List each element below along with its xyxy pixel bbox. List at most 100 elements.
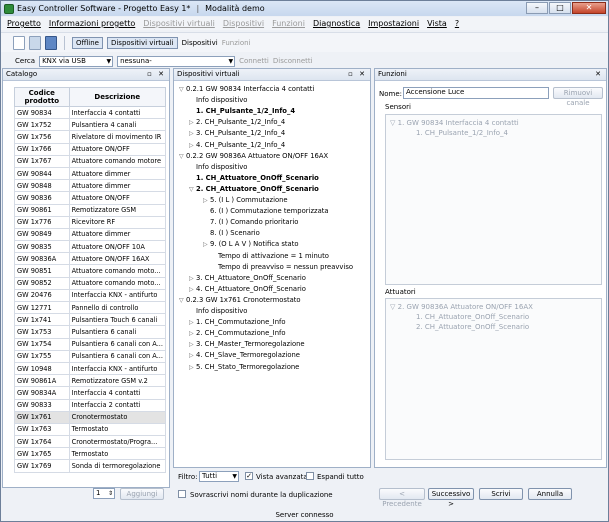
table-row[interactable]: GW 90836A Attuatore ON/OFF 16AX — [14, 252, 167, 266]
expander-icon[interactable]: ▽ — [179, 153, 186, 160]
tree-node[interactable]: Info dispositivo — [189, 307, 247, 315]
table-row[interactable]: GW 1x761 Cronotermostato — [14, 410, 167, 424]
table-row[interactable]: GW 1x754 Pulsantiera 6 canali con A... — [14, 337, 167, 351]
device-select[interactable]: nessuna- ▼ — [117, 55, 236, 67]
disconnect-button[interactable]: Disconnetti — [273, 57, 313, 65]
add-button[interactable]: Aggiungi — [120, 488, 164, 500]
tree-node[interactable]: ▽ 0.2.1 GW 90834 Interfaccia 4 contatti — [179, 85, 314, 93]
table-row[interactable]: GW 1x752 Pulsantiera 4 canali — [14, 118, 167, 132]
tree-node[interactable]: ▷ 3. CH_Master_Termoregolazione — [189, 340, 305, 348]
tree-node[interactable]: Tempo di attivazione = 1 minuto — [211, 252, 329, 260]
save-icon[interactable] — [45, 35, 57, 50]
tree-node[interactable]: Tempo di preavviso = nessun preavviso — [211, 263, 353, 271]
previous-button[interactable]: < Precedente — [379, 488, 425, 508]
table-row[interactable]: GW 90835 Attuatore ON/OFF 10A — [14, 240, 167, 254]
table-row[interactable]: GW 90833 Interfaccia 2 contatti — [14, 398, 167, 412]
table-row[interactable]: GW 1x763 Termostato — [14, 422, 167, 437]
tree-node[interactable]: ▷ 3. CH_Attuatore_OnOff_Scenario — [189, 274, 306, 282]
table-row[interactable]: GW 20476 Interfaccia KNX - antifurto — [14, 288, 167, 303]
table-row[interactable]: GW 90834A Interfaccia 4 contatti — [14, 386, 167, 400]
table-row[interactable]: GW 1x756 Rivelatore di movimento IR — [14, 130, 167, 144]
table-row[interactable]: GW 90861 Remotizzatore GSM — [14, 203, 167, 217]
table-row[interactable]: GW 90844 Attuatore dimmer — [14, 166, 167, 181]
connect-button[interactable]: Connetti — [239, 57, 269, 65]
tree-node[interactable]: Info dispositivo — [189, 163, 247, 171]
tree-node[interactable]: ▷ 4. CH_Slave_Termoregolazione — [189, 351, 300, 359]
menu-help[interactable]: ? — [455, 19, 459, 28]
table-row[interactable]: GW 1x764 Cronotermostato/Progra... — [14, 435, 167, 449]
table-row[interactable]: GW 12771 Pannello di controllo — [14, 300, 167, 315]
col-code-header[interactable]: Codice prodotto — [14, 87, 70, 107]
expander-icon[interactable]: ▽ — [189, 186, 196, 193]
new-file-icon[interactable] — [13, 35, 25, 50]
pin-close-icon[interactable]: ▫ ✕ — [147, 69, 166, 80]
table-row[interactable]: GW 90848 Attuatore dimmer — [14, 179, 167, 193]
expander-icon[interactable]: ▷ — [189, 286, 196, 293]
quantity-stepper[interactable]: 1 ⇕ — [93, 488, 115, 499]
minimize-button[interactable]: – — [526, 2, 548, 14]
table-row[interactable]: GW 1x755 Pulsantiera 6 canali con A... — [14, 349, 167, 363]
tree-node[interactable]: ▷ 5. CH_Stato_Termoregolazione — [189, 363, 299, 371]
advanced-view-checkbox[interactable]: ✓ — [245, 472, 253, 480]
table-row[interactable]: GW 90861A Remotizzatore GSM v.2 — [14, 374, 167, 388]
menu-diagnostica[interactable]: Diagnostica — [313, 19, 360, 28]
expander-icon[interactable]: ▷ — [189, 275, 196, 282]
menu-vista[interactable]: Vista — [427, 19, 447, 28]
expander-icon[interactable]: ▷ — [189, 352, 196, 359]
tree-node[interactable]: ▷ 4. CH_Pulsante_1/2_Info_4 — [189, 141, 285, 149]
col-desc-header[interactable]: Descrizione — [68, 87, 167, 107]
overwrite-names-checkbox[interactable] — [178, 490, 186, 498]
tree-node[interactable]: ▷ 3. CH_Pulsante_1/2_Info_4 — [189, 129, 285, 137]
function-name-input[interactable]: Accensione Luce — [403, 87, 549, 99]
table-row[interactable]: GW 1x769 Sonda di termoregolazione — [14, 459, 167, 473]
expander-icon[interactable]: ▷ — [189, 119, 196, 126]
sensor-device-node[interactable]: ▽ 1. GW 90834 Interfaccia 4 contatti — [390, 119, 519, 127]
sensor-channel-node[interactable]: 1. CH_Pulsante_1/2_Info_4 — [416, 129, 508, 137]
devices-button[interactable]: Dispositivi — [182, 39, 218, 47]
tree-node[interactable]: ▷ 2. CH_Commutazione_Info — [189, 329, 286, 337]
write-button[interactable]: Scrivi — [479, 488, 523, 500]
menu-informazioni-progetto[interactable]: Informazioni progetto — [49, 19, 135, 28]
pin-close-icon[interactable]: ▫ ✕ — [348, 69, 367, 80]
table-row[interactable]: GW 90836 Attuatore ON/OFF — [14, 191, 167, 205]
table-row[interactable]: GW 90849 Attuatore dimmer — [14, 227, 167, 242]
menu-dispositivi-virtuali[interactable]: Dispositivi virtuali — [143, 19, 215, 28]
functions-button[interactable]: Funzioni — [222, 39, 251, 47]
table-row[interactable]: GW 10948 Interfaccia KNX - antifurto — [14, 361, 167, 376]
expander-icon[interactable]: ▷ — [189, 341, 196, 348]
actuator-device-node[interactable]: ▽ 2. GW 90836A Attuatore ON/OFF 16AX — [390, 303, 533, 311]
filter-select[interactable]: Tutti ▼ — [199, 471, 239, 482]
tree-node[interactable]: ▽ 2. CH_Attuatore_OnOff_Scenario — [189, 185, 319, 193]
actuator-channel-node[interactable]: 2. CH_Attuatore_OnOff_Scenario — [416, 323, 529, 331]
table-row[interactable]: GW 90851 Attuatore comando moto... — [14, 264, 167, 278]
tree-node[interactable]: Info dispositivo — [189, 96, 247, 104]
menu-funzioni[interactable]: Funzioni — [272, 19, 305, 28]
tree-node[interactable]: 1. CH_Pulsante_1/2_Info_4 — [189, 107, 295, 115]
expander-icon[interactable]: ▷ — [189, 330, 196, 337]
menu-impostazioni[interactable]: Impostazioni — [368, 19, 419, 28]
tree-node[interactable]: ▷ 2. CH_Pulsante_1/2_Info_4 — [189, 118, 285, 126]
spinner-icon[interactable]: ⇕ — [108, 489, 113, 498]
tree-node[interactable]: 6. (I ) Commutazione temporizzata — [203, 207, 329, 215]
tree-node[interactable]: 7. (I ) Comando prioritario — [203, 218, 298, 226]
table-row[interactable]: GW 1x776 Ricevitore RF — [14, 215, 167, 229]
close-icon[interactable]: ✕ — [595, 69, 603, 80]
expander-icon[interactable]: ▷ — [189, 364, 196, 371]
virtual-devices-button[interactable]: Dispositivi virtuali — [106, 36, 178, 49]
table-row[interactable]: GW 1x767 Attuatore comando motore — [14, 154, 167, 168]
actuator-channel-node[interactable]: 1. CH_Attuatore_OnOff_Scenario — [416, 313, 529, 321]
interface-select[interactable]: KNX via USB ▼ — [39, 55, 114, 67]
tree-node[interactable]: ▷ 5. (I L ) Commutazione — [203, 196, 288, 204]
offline-button[interactable]: Offline — [72, 36, 103, 49]
expander-icon[interactable]: ▷ — [203, 197, 210, 204]
table-row[interactable]: GW 1x753 Pulsantiera 6 canali — [14, 325, 167, 339]
tree-node[interactable]: ▷ 9. (O L A V ) Notifica stato — [203, 240, 299, 248]
close-button[interactable]: ✕ — [572, 2, 606, 14]
maximize-button[interactable]: □ — [549, 2, 571, 14]
next-button[interactable]: Successivo > — [428, 488, 474, 508]
expander-icon[interactable]: ▷ — [189, 130, 196, 137]
table-row[interactable]: GW 90834 Interfaccia 4 contatti — [14, 105, 167, 120]
expander-icon[interactable]: ▷ — [189, 142, 196, 149]
tree-node[interactable]: ▽ 0.2.2 GW 90836A Attuatore ON/OFF 16AX — [179, 152, 328, 160]
tree-node[interactable]: 1. CH_Attuatore_OnOff_Scenario — [189, 174, 319, 182]
